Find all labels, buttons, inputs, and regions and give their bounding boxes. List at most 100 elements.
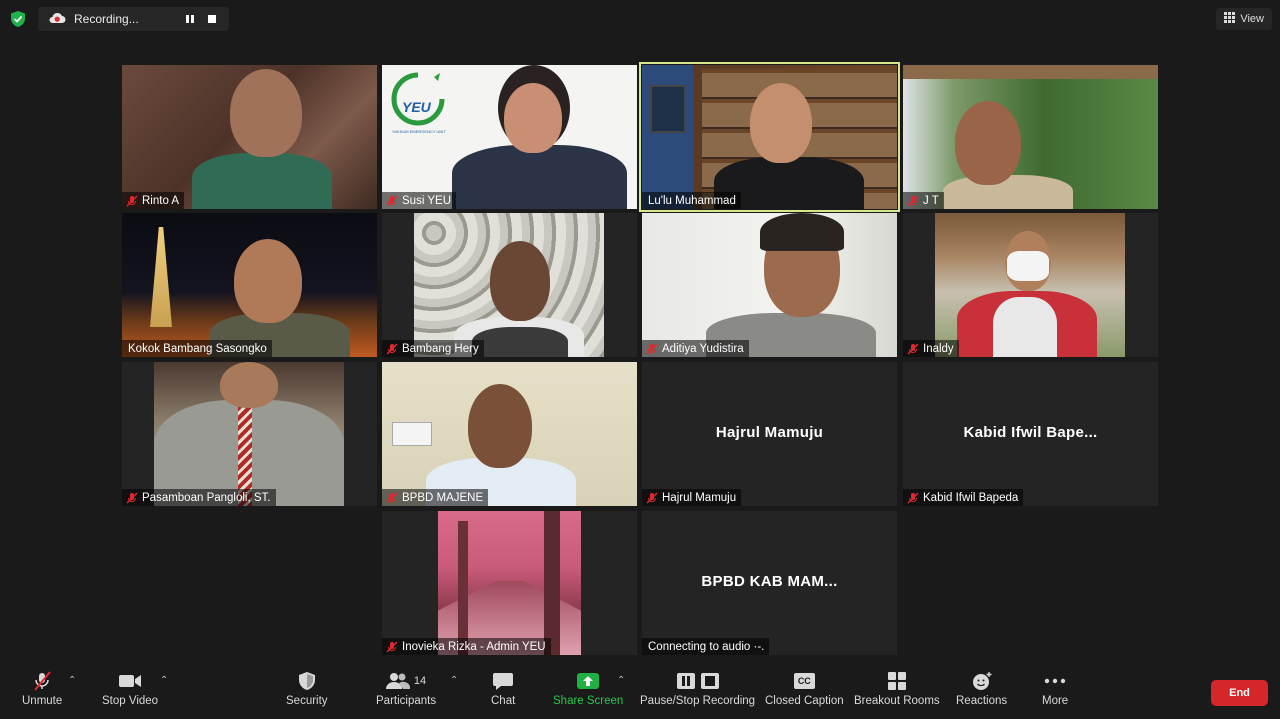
more-ellipsis-icon	[1044, 671, 1066, 691]
participants-label: Participants	[376, 695, 437, 707]
breakout-rooms-label: Breakout Rooms	[854, 695, 940, 707]
video-feed	[642, 65, 897, 209]
view-label: View	[1240, 13, 1264, 25]
video-tile-rinto[interactable]: Rinto A	[122, 65, 377, 209]
meeting-toolbar: Unmute ⌃ Stop Video ⌃ Security 14 Partic…	[0, 663, 1280, 719]
unmute-button[interactable]: Unmute	[22, 671, 62, 707]
recording-cloud-icon	[48, 12, 66, 27]
muted-mic-icon	[645, 342, 659, 356]
view-button[interactable]: View	[1216, 8, 1272, 30]
more-button[interactable]: More	[1042, 671, 1068, 707]
participant-name: Rinto A	[142, 194, 180, 207]
closed-caption-button[interactable]: CC Closed Caption	[765, 671, 844, 707]
participant-name: Kabid Ifwil Bapeda	[923, 491, 1019, 504]
participant-name: Inaldy	[923, 342, 954, 355]
stop-video-label: Stop Video	[102, 695, 159, 707]
more-label: More	[1042, 695, 1069, 707]
video-tile-susi[interactable]: YEU YAKKUM EMERGENCY UNIT Susi YEU	[382, 65, 637, 209]
participant-name: Pasamboan Pangloli, ST.	[142, 491, 271, 504]
participant-name-tag: J T	[903, 192, 944, 209]
participant-display-name: BPBD KAB MAM...	[701, 573, 838, 590]
closed-caption-label: Closed Caption	[765, 695, 844, 707]
end-meeting-button[interactable]: End	[1211, 680, 1268, 706]
participants-count: 14	[413, 675, 427, 687]
closed-caption-icon: CC	[793, 671, 815, 691]
video-feed	[414, 213, 604, 357]
video-feed	[642, 213, 897, 357]
pause-recording-button[interactable]	[183, 12, 197, 26]
muted-mic-icon	[385, 491, 399, 505]
video-feed	[154, 362, 344, 506]
recording-indicator: Recording...	[38, 7, 229, 31]
participant-name: Kokok Bambang Sasongko	[128, 342, 267, 355]
video-tile-bpbd-majene[interactable]: BPBD MAJENE	[382, 362, 637, 506]
stop-recording-button[interactable]	[205, 12, 219, 26]
participant-name: BPBD MAJENE	[402, 491, 484, 504]
participant-name-tag: Susi YEU	[382, 192, 457, 209]
video-camera-icon	[118, 671, 142, 691]
video-tile-kokok[interactable]: Kokok Bambang Sasongko	[122, 213, 377, 357]
video-tile-lulu-active-speaker[interactable]: Lu'lu Muhammad	[639, 62, 900, 212]
participant-name-tag: Bambang Hery	[382, 340, 484, 357]
pause-stop-recording-label: Pause/Stop Recording	[640, 695, 756, 707]
end-label: End	[1229, 687, 1250, 699]
participant-name-tag: Connecting to audio ·-.	[642, 638, 770, 655]
video-tile-inaldy[interactable]: Inaldy	[903, 213, 1158, 357]
breakout-rooms-icon	[887, 671, 907, 691]
video-feed	[903, 65, 1158, 209]
top-bar: Recording...	[8, 7, 229, 31]
participant-name-tag: Kokok Bambang Sasongko	[122, 340, 272, 357]
cc-badge: CC	[793, 673, 815, 689]
chat-label: Chat	[491, 695, 516, 707]
participant-name-tag: Kabid Ifwil Bapeda	[903, 489, 1024, 506]
participant-name: Bambang Hery	[402, 342, 479, 355]
video-tile-aditiya[interactable]: Aditiya Yudistira	[642, 213, 897, 357]
muted-mic-icon	[906, 194, 920, 208]
participants-button[interactable]: 14 Participants	[376, 671, 436, 707]
participant-name-tag: Lu'lu Muhammad	[642, 192, 741, 209]
participant-name-tag: Rinto A	[122, 192, 185, 209]
participant-name: Susi YEU	[402, 194, 452, 207]
security-label: Security	[286, 695, 328, 707]
recording-label: Recording...	[74, 12, 139, 26]
muted-mic-icon	[385, 342, 399, 356]
participant-name-tag: Pasamboan Pangloli, ST.	[122, 489, 276, 506]
share-options-caret-icon[interactable]: ⌃	[617, 675, 625, 686]
pause-stop-icon	[676, 671, 720, 691]
muted-mic-icon	[906, 342, 920, 356]
yeu-logo-subtext: YAKKUM EMERGENCY UNIT	[392, 129, 446, 134]
security-button[interactable]: Security	[286, 671, 328, 707]
video-tile-kabid[interactable]: Kabid Ifwil Bape... Kabid Ifwil Bapeda	[903, 362, 1158, 506]
participants-options-caret-icon[interactable]: ⌃	[450, 675, 458, 686]
video-tile-inovieka[interactable]: Inovieka Rizka - Admin YEU	[382, 511, 637, 655]
video-tile-bambang-hery[interactable]: Bambang Hery	[382, 213, 637, 357]
chat-bubble-icon	[492, 671, 514, 691]
share-screen-label: Share Screen	[553, 695, 624, 707]
pause-stop-recording-button[interactable]: Pause/Stop Recording	[640, 671, 755, 707]
video-tile-jt[interactable]: J T	[903, 65, 1158, 209]
reactions-button[interactable]: Reactions	[956, 671, 1007, 707]
participant-name: J T	[923, 194, 939, 207]
breakout-rooms-button[interactable]: Breakout Rooms	[854, 671, 940, 707]
participant-display-name: Hajrul Mamuju	[715, 424, 824, 441]
video-options-caret-icon[interactable]: ⌃	[160, 675, 168, 686]
encryption-shield-icon[interactable]	[8, 9, 28, 29]
video-tile-bpbd-kab-mam[interactable]: BPBD KAB MAM... Connecting to audio ·-.	[642, 511, 897, 655]
yeu-logo: YEU YAKKUM EMERGENCY UNIT	[388, 69, 450, 134]
share-screen-button[interactable]: Share Screen	[553, 671, 623, 707]
muted-mic-icon	[385, 640, 399, 654]
video-tile-hajrul[interactable]: Hajrul Mamuju Hajrul Mamuju	[642, 362, 897, 506]
participant-name: Hajrul Mamuju	[662, 491, 737, 504]
video-feed	[122, 65, 377, 209]
video-feed	[438, 511, 581, 655]
participant-name: Connecting to audio ·-.	[648, 640, 765, 653]
stop-video-button[interactable]: Stop Video	[102, 671, 158, 707]
participant-name-tag: Hajrul Mamuju	[642, 489, 742, 506]
muted-mic-icon	[125, 491, 139, 505]
participant-display-name: Kabid Ifwil Bape...	[963, 424, 1098, 441]
chat-button[interactable]: Chat	[491, 671, 515, 707]
audio-options-caret-icon[interactable]: ⌃	[68, 675, 76, 686]
participant-name: Aditiya Yudistira	[662, 342, 744, 355]
video-feed	[122, 213, 377, 357]
video-tile-pasamboan[interactable]: Pasamboan Pangloli, ST.	[122, 362, 377, 506]
